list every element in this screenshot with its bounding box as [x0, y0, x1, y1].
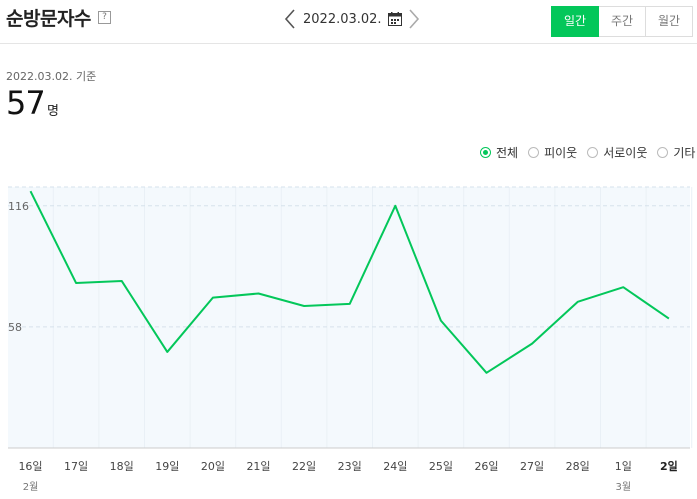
header-divider	[0, 43, 697, 44]
filter-neighbor[interactable]: 피이웃	[528, 144, 577, 161]
radio-icon[interactable]	[480, 147, 491, 158]
basis-date: 2022.03.02. 기준	[6, 70, 97, 83]
period-daily-button[interactable]: 일간	[551, 6, 599, 37]
x-tick-label: 28일	[566, 459, 590, 473]
period-monthly-button[interactable]: 월간	[645, 6, 693, 37]
x-tick-label: 2일	[660, 459, 678, 473]
visitor-count-unit: 명	[47, 104, 59, 119]
chevron-left-icon[interactable]	[284, 8, 296, 30]
x-tick-label: 18일	[110, 459, 134, 473]
x-month-label: 3월	[616, 481, 632, 493]
filter-all[interactable]: 전체	[480, 144, 518, 161]
period-weekly-button[interactable]: 주간	[598, 6, 646, 37]
radio-icon[interactable]	[528, 147, 540, 158]
x-tick-label: 24일	[383, 459, 407, 473]
chevron-right-icon[interactable]	[408, 8, 420, 30]
filter-mutual-neighbor[interactable]: 서로이웃	[587, 144, 647, 161]
radio-icon[interactable]	[657, 147, 669, 158]
x-tick-label: 22일	[292, 459, 316, 473]
x-tick-label: 16일	[18, 459, 42, 473]
filter-other[interactable]: 기타	[657, 144, 695, 161]
visitor-count: 57	[6, 84, 46, 122]
x-tick-label: 26일	[474, 459, 498, 473]
x-tick-label: 23일	[338, 459, 362, 473]
page-title: 순방문자수	[6, 8, 91, 30]
visitor-line-chart: 58 116 16일 17일 18일 19일 20일 21일 22일 23일 24일 25일 26일 27…	[8, 186, 693, 493]
calendar-icon[interactable]	[387, 12, 402, 26]
x-tick-label: 21일	[246, 459, 270, 473]
y-tick-label: 116	[8, 200, 29, 213]
plot-area	[8, 187, 690, 448]
filter-label: 전체	[496, 146, 519, 160]
x-tick-label: 20일	[201, 459, 225, 473]
x-tick-label: 17일	[64, 459, 88, 473]
period-toggle: 일간 주간 월간	[551, 6, 693, 37]
date-navigator: 2022.03.02.	[284, 6, 420, 32]
radio-icon[interactable]	[587, 147, 599, 158]
x-tick-label: 19일	[155, 459, 179, 473]
visitor-type-filter: 전체 피이웃 서로이웃 기타	[480, 144, 695, 161]
x-tick-label: 25일	[429, 459, 453, 473]
current-date: 2022.03.02.	[303, 11, 382, 27]
filter-label: 피이웃	[544, 146, 578, 160]
x-month-label: 2월	[23, 481, 39, 493]
filter-label: 기타	[673, 146, 696, 160]
y-tick-label: 58	[8, 321, 22, 334]
help-icon[interactable]: ?	[98, 11, 111, 24]
filter-label: 서로이웃	[603, 146, 648, 160]
x-tick-label: 1일	[615, 459, 632, 473]
x-tick-label: 27일	[520, 459, 544, 473]
